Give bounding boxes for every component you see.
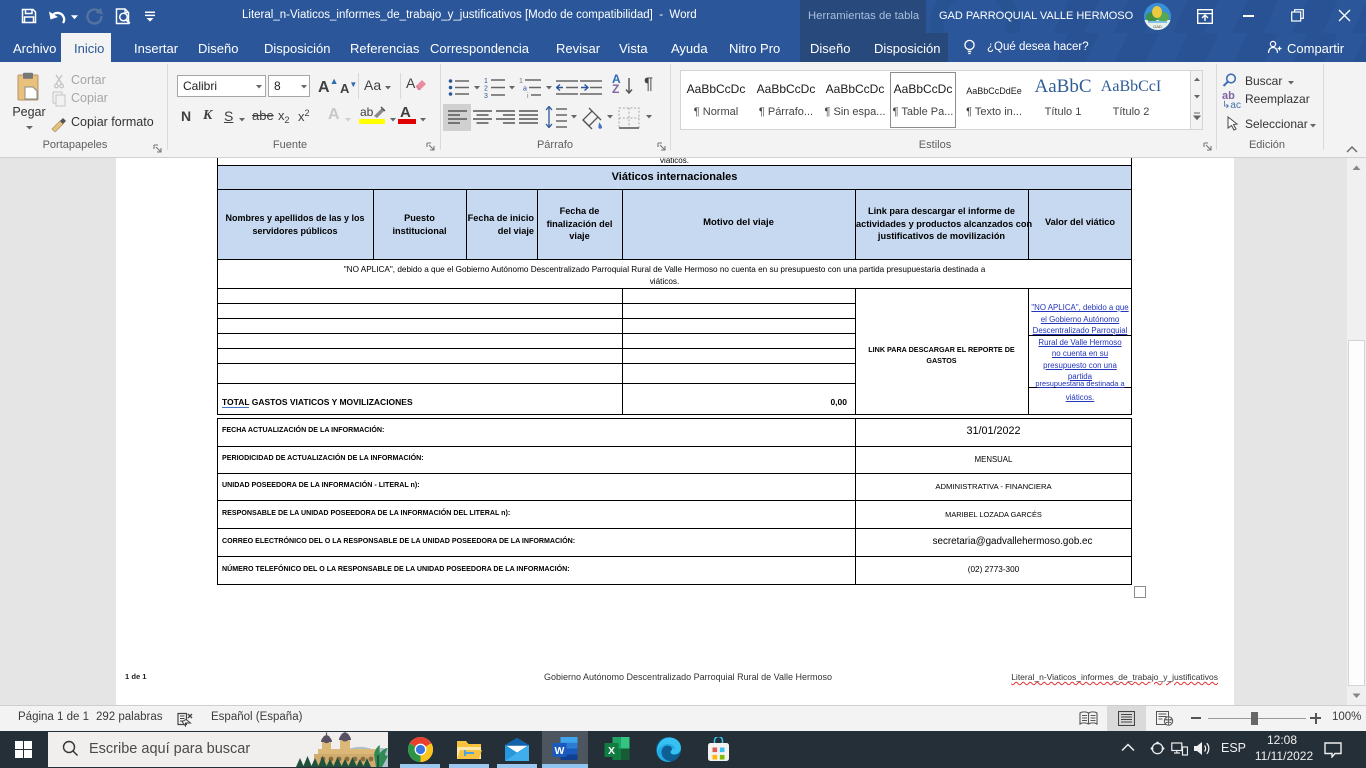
svg-text:a: a: [523, 86, 527, 93]
svg-text:1: 1: [519, 78, 523, 85]
svg-text:1: 1: [484, 78, 488, 85]
svg-text:2: 2: [484, 86, 488, 93]
svg-text:3: 3: [484, 93, 488, 98]
svg-text:GAD: GAD: [1153, 24, 1162, 29]
svg-text:W: W: [555, 745, 565, 757]
svg-text:i: i: [527, 93, 529, 98]
svg-text:X: X: [608, 745, 615, 757]
